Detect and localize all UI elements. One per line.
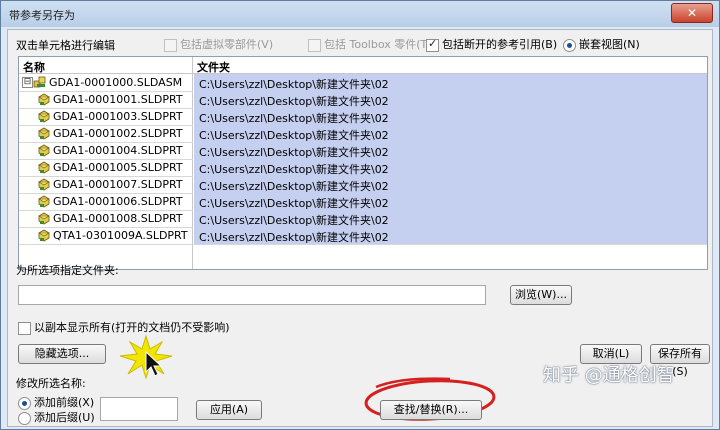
add-prefix-option[interactable]: 添加前缀(X) (18, 394, 94, 410)
file-name[interactable]: GDA1-0001003.SLDPRT (53, 110, 183, 123)
folder-path: C:\Users\zzl\Desktop\新建文件夹\02 (199, 197, 389, 210)
table-row[interactable]: GDA1-0001008.SLDPRT C:\Users\zzl\Desktop\… (19, 210, 707, 228)
edit-hint: 双击单元格进行编辑 (16, 39, 115, 52)
table-row[interactable]: GDA1-0001005.SLDPRT C:\Users\zzl\Desktop\… (19, 159, 707, 177)
folder-cell[interactable]: C:\Users\zzl\Desktop\新建文件夹\02 (193, 74, 707, 91)
include-virtual-label: 包括虚拟零部件(V) (180, 38, 274, 51)
file-name[interactable]: GDA1-0001004.SLDPRT (53, 144, 183, 157)
folder-cell[interactable]: C:\Users\zzl\Desktop\新建文件夹\02 (193, 193, 707, 210)
window-title: 带参考另存为 (9, 9, 75, 22)
part-icon (37, 212, 51, 225)
part-icon (37, 195, 51, 208)
table-row[interactable]: ⊟ GDA1-0001000.SLDASM C:\Users\zzl\Desktop… (19, 74, 707, 92)
nested-view-radio[interactable] (563, 38, 576, 52)
table-row[interactable]: QTA1-0301009A.SLDPRT C:\Users\zzl\Desktop… (19, 227, 707, 245)
folder-cell[interactable]: C:\Users\zzl\Desktop\新建文件夹\02 (193, 91, 707, 108)
include-broken-refs-checkbox[interactable] (426, 37, 439, 52)
include-broken-refs-label: 包括断开的参考引用(B) (442, 38, 558, 51)
table-row[interactable]: GDA1-0001003.SLDPRT C:\Users\zzl\Desktop\… (19, 108, 707, 126)
add-suffix-radio[interactable] (18, 411, 31, 425)
nested-view-label: 嵌套视图(N) (579, 38, 640, 51)
find-replace-button[interactable]: 查找/替换(R)... (380, 400, 482, 420)
folder-cell[interactable]: C:\Users\zzl\Desktop\新建文件夹\02 (193, 108, 707, 125)
folder-path-input[interactable] (18, 285, 486, 305)
part-icon (37, 229, 51, 242)
title-bar[interactable]: 带参考另存为 ✕ (1, 1, 719, 27)
part-icon (37, 178, 51, 191)
show-as-copy-option[interactable]: 以副本显示所有(打开的文档仍不受影响) (18, 319, 230, 335)
part-icon (37, 93, 51, 106)
include-toolbox-option[interactable]: 包括 Toolbox 零件(T) (308, 36, 432, 52)
hide-options-button[interactable]: 隐藏选项... (18, 344, 106, 364)
nested-view-option[interactable]: 嵌套视图(N) (563, 36, 640, 52)
grid-header: 名称 文件夹 (19, 57, 707, 74)
include-virtual-checkbox[interactable] (164, 38, 177, 52)
folder-path: C:\Users\zzl\Desktop\新建文件夹\02 (199, 231, 389, 244)
folder-path: C:\Users\zzl\Desktop\新建文件夹\02 (199, 180, 389, 193)
column-header-name[interactable]: 名称 (23, 59, 45, 75)
folder-path: C:\Users\zzl\Desktop\新建文件夹\02 (199, 78, 389, 91)
include-broken-refs-option[interactable]: 包括断开的参考引用(B) (426, 36, 557, 52)
file-name[interactable]: GDA1-0001007.SLDPRT (53, 178, 183, 191)
show-as-copy-checkbox[interactable] (18, 321, 31, 335)
file-name[interactable]: QTA1-0301009A.SLDPRT (53, 229, 188, 242)
include-toolbox-checkbox[interactable] (308, 38, 321, 52)
tree-collapse-icon[interactable]: ⊟ (22, 77, 33, 88)
folder-path: C:\Users\zzl\Desktop\新建文件夹\02 (199, 214, 389, 227)
save-with-references-dialog: 带参考另存为 ✕ 双击单元格进行编辑 包括虚拟零部件(V) 包括 Toolbox… (0, 0, 720, 430)
file-name[interactable]: GDA1-0001002.SLDPRT (53, 127, 183, 140)
folder-path: C:\Users\zzl\Desktop\新建文件夹\02 (199, 146, 389, 159)
folder-path: C:\Users\zzl\Desktop\新建文件夹\02 (199, 129, 389, 142)
table-row[interactable]: GDA1-0001007.SLDPRT C:\Users\zzl\Desktop\… (19, 176, 707, 194)
browse-button[interactable]: 浏览(W)... (510, 285, 572, 305)
table-row[interactable]: GDA1-0001002.SLDPRT C:\Users\zzl\Desktop\… (19, 125, 707, 143)
add-suffix-label: 添加后缀(U) (34, 411, 95, 424)
file-name[interactable]: GDA1-0001006.SLDPRT (53, 195, 183, 208)
table-row[interactable]: GDA1-0001004.SLDPRT C:\Users\zzl\Desktop\… (19, 142, 707, 160)
file-name[interactable]: GDA1-0001005.SLDPRT (53, 161, 183, 174)
apply-button[interactable]: 应用(A) (196, 400, 262, 420)
part-icon (37, 127, 51, 140)
file-name[interactable]: GDA1-0001000.SLDASM (49, 76, 182, 89)
file-name[interactable]: GDA1-0001008.SLDPRT (53, 212, 183, 225)
table-row[interactable]: GDA1-0001006.SLDPRT C:\Users\zzl\Desktop\… (19, 193, 707, 211)
table-row[interactable]: GDA1-0001001.SLDPRT C:\Users\zzl\Desktop\… (19, 91, 707, 109)
part-icon (37, 144, 51, 157)
include-toolbox-label: 包括 Toolbox 零件(T) (324, 38, 432, 51)
column-header-folder[interactable]: 文件夹 (197, 59, 230, 75)
file-name[interactable]: GDA1-0001001.SLDPRT (53, 93, 183, 106)
add-prefix-label: 添加前缀(X) (34, 396, 95, 409)
part-icon (37, 161, 51, 174)
folder-path: C:\Users\zzl\Desktop\新建文件夹\02 (199, 163, 389, 176)
assembly-icon (33, 76, 46, 88)
folder-cell[interactable]: C:\Users\zzl\Desktop\新建文件夹\02 (193, 159, 707, 176)
folder-section-label: 为所选项指定文件夹: (16, 264, 119, 277)
close-button[interactable]: ✕ (671, 3, 713, 23)
watermark-text: 知乎 @通格创智 (543, 365, 675, 386)
rename-section-label: 修改所选名称: (16, 377, 86, 390)
cursor-highlight-burst-icon (119, 334, 173, 380)
folder-cell[interactable]: C:\Users\zzl\Desktop\新建文件夹\02 (193, 142, 707, 159)
folder-cell[interactable]: C:\Users\zzl\Desktop\新建文件夹\02 (193, 125, 707, 142)
folder-cell[interactable]: C:\Users\zzl\Desktop\新建文件夹\02 (193, 176, 707, 193)
reference-file-grid[interactable]: 名称 文件夹 ⊟ GDA1-0001000.SLDASM C:\Users\zzl\… (18, 56, 708, 270)
add-suffix-option[interactable]: 添加后缀(U) (18, 409, 95, 425)
folder-cell[interactable]: C:\Users\zzl\Desktop\新建文件夹\02 (193, 227, 707, 244)
show-as-copy-label: 以副本显示所有(打开的文档仍不受影响) (34, 321, 230, 334)
add-prefix-radio[interactable] (18, 396, 31, 410)
folder-cell[interactable]: C:\Users\zzl\Desktop\新建文件夹\02 (193, 210, 707, 227)
include-virtual-option[interactable]: 包括虚拟零部件(V) (164, 36, 273, 52)
rename-text-input[interactable] (100, 397, 178, 421)
folder-path: C:\Users\zzl\Desktop\新建文件夹\02 (199, 95, 389, 108)
part-icon (37, 110, 51, 123)
folder-path: C:\Users\zzl\Desktop\新建文件夹\02 (199, 112, 389, 125)
